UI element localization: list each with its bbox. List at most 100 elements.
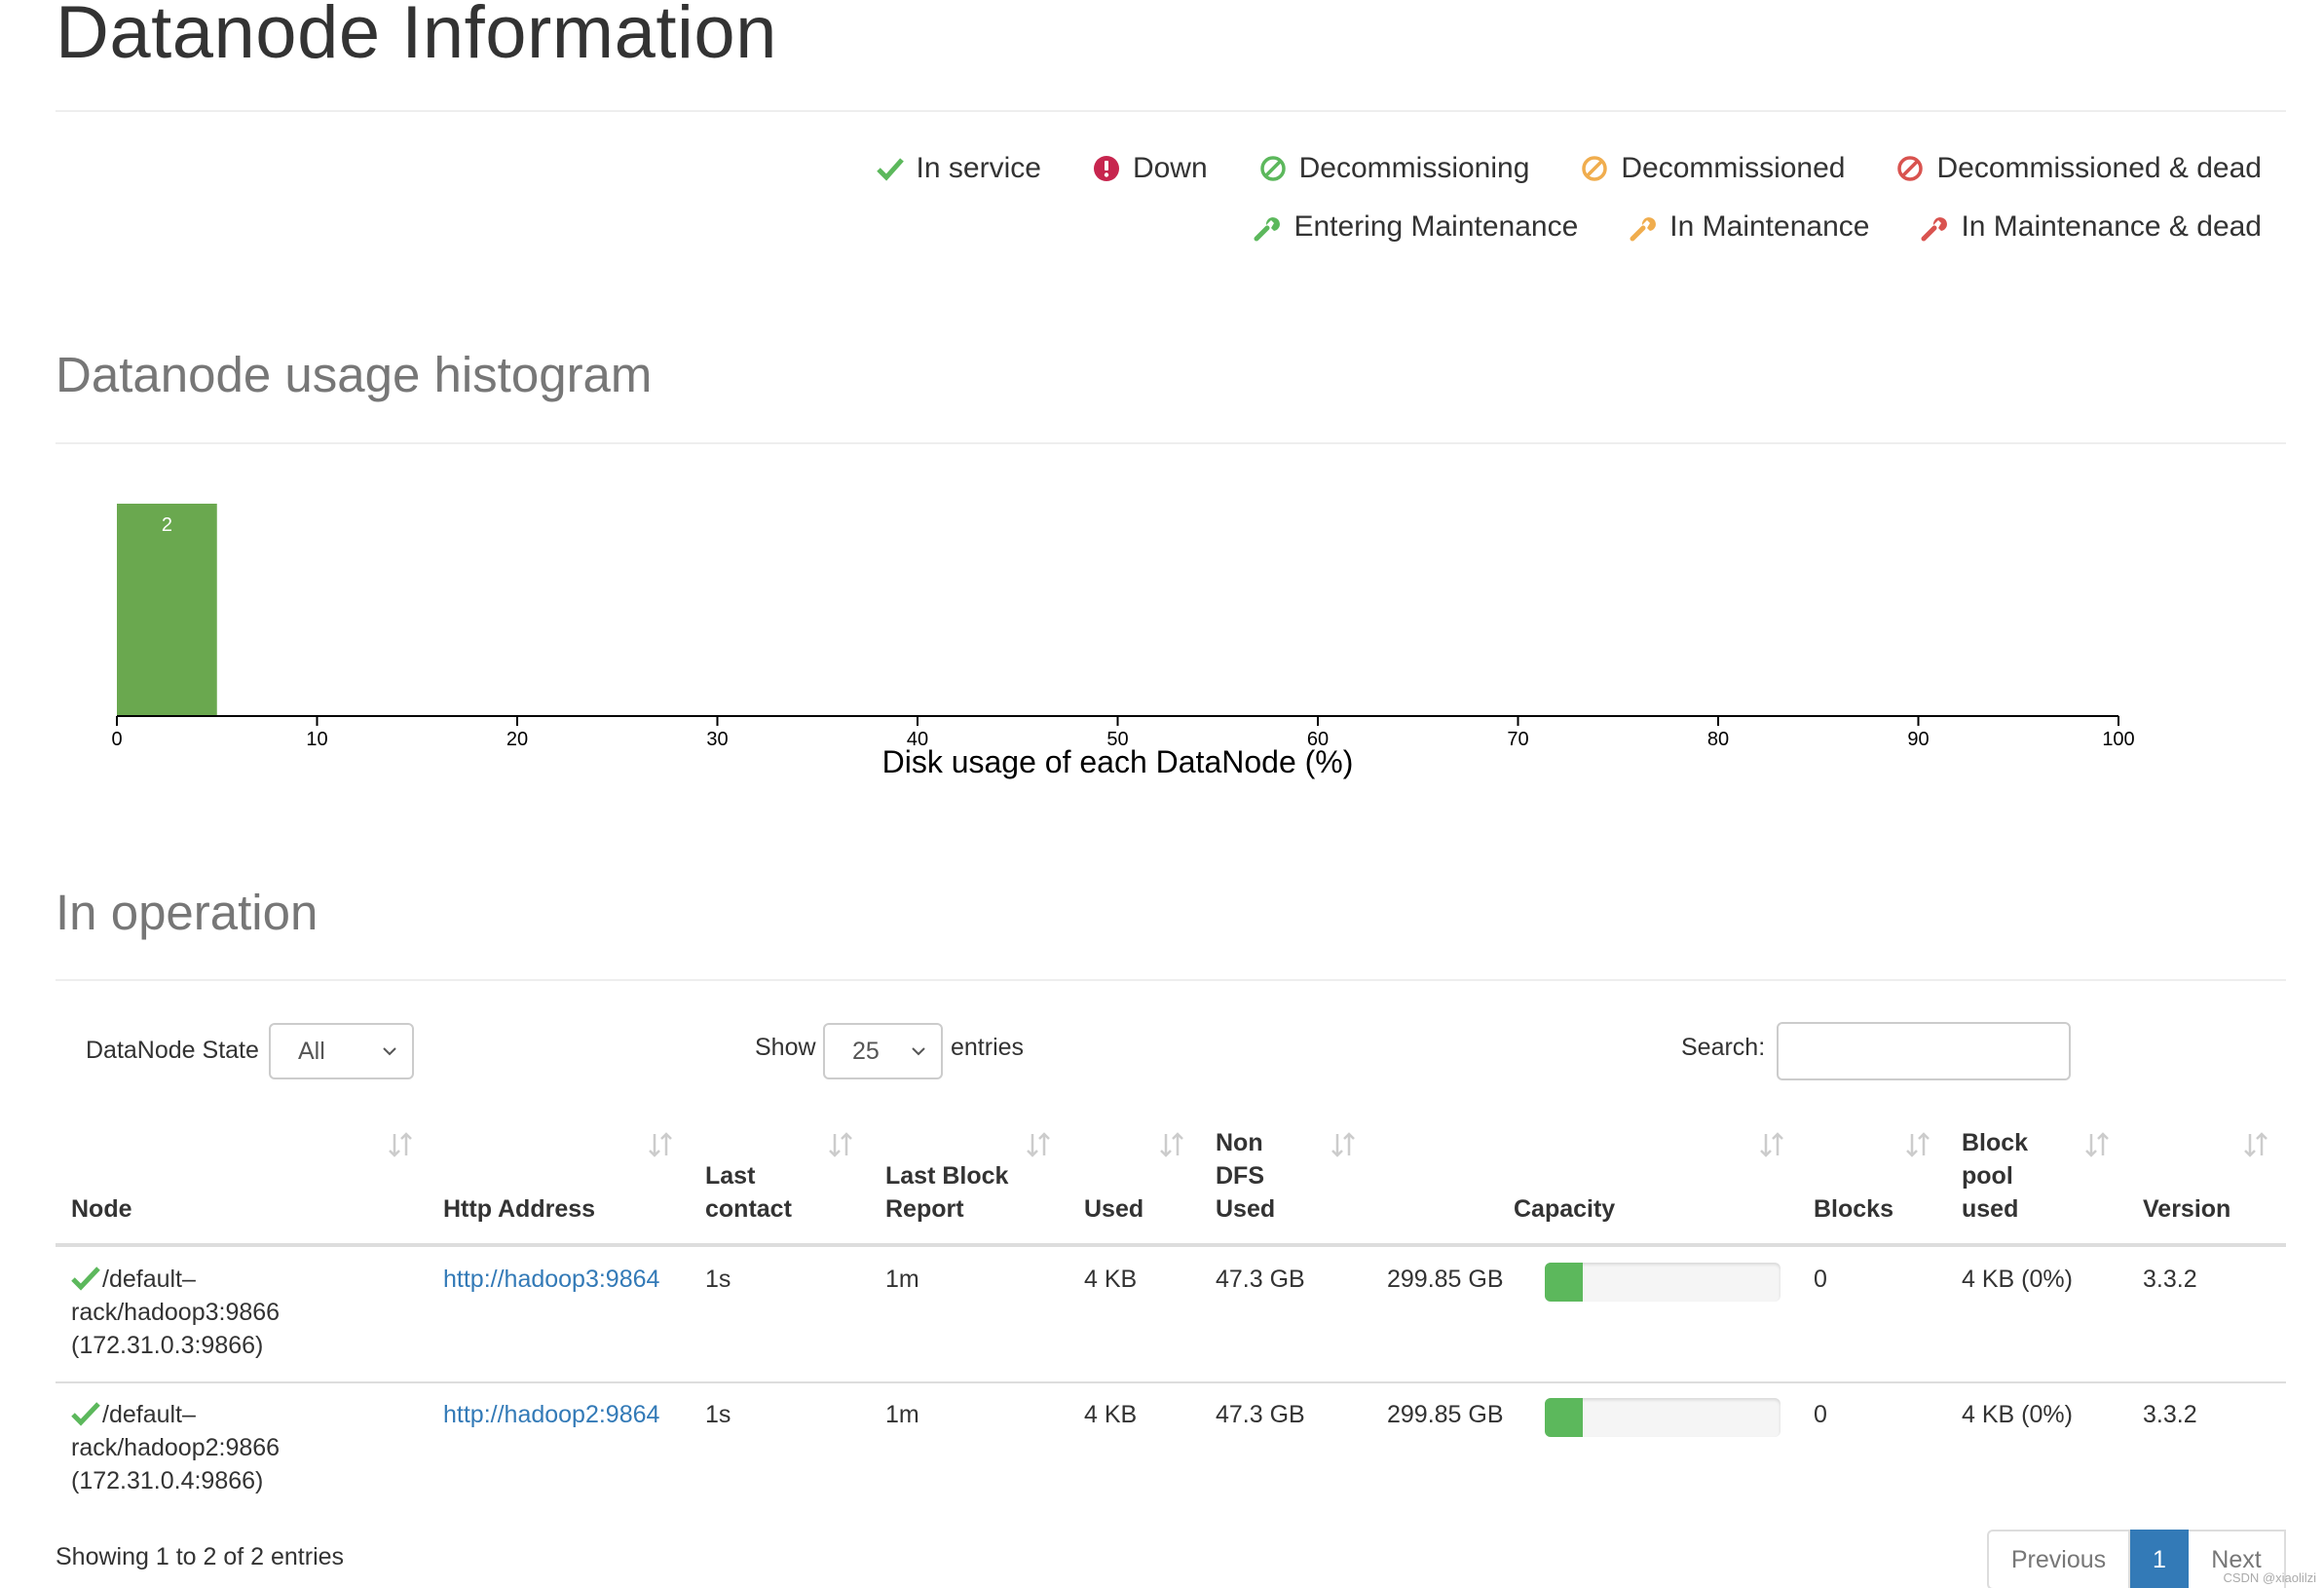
sort-icon[interactable] [388,1130,413,1159]
sort-icon[interactable] [2243,1130,2268,1159]
x-tick-label: 0 [111,729,122,750]
http-address-cell: http://hadoop3:9864 [443,1263,659,1296]
histogram-bar-label: 2 [162,514,172,536]
sort-icon[interactable] [2084,1130,2110,1159]
chevron-down-icon [912,1047,925,1056]
legend-label: Decommissioning [1298,152,1530,184]
x-tick-label: 10 [306,729,327,750]
column-capacity[interactable]: Capacity [1514,1192,1615,1226]
page-1-button[interactable]: 1 [2130,1530,2189,1588]
legend-label: In service [916,152,1041,184]
node-cell: /default– rack/hadoop2:9866 (172.31.0.4:98… [71,1401,281,1494]
x-tick-label: 80 [1707,729,1729,750]
http-address-link[interactable]: http://hadoop2:9864 [443,1401,659,1428]
sort-icon[interactable] [648,1130,673,1159]
last-block-report-cell: 1m [885,1266,919,1293]
ban-icon [1258,154,1288,183]
check-icon [71,1402,100,1426]
operation-divider [56,979,2286,981]
watermark: CSDN @xiaolilzi [2223,1570,2316,1585]
entries-label: entries [951,1034,1025,1061]
x-tick-label: 20 [506,729,528,750]
legend-label: In Maintenance [1669,210,1870,243]
non-dfs-used-cell: 47.3 GB [1216,1266,1305,1293]
x-tick-label: 100 [2102,729,2134,750]
legend-label: Down [1132,152,1208,184]
entries-per-page-value: 25 [852,1037,880,1065]
capacity-progress-bar [1545,1263,1780,1302]
wrench-icon [1253,212,1282,242]
node-cell: /default– rack/hadoop3:9866 (172.31.0.3:98… [71,1266,281,1359]
row-divider [56,1381,2286,1383]
table-info: Showing 1 to 2 of 2 entries [56,1543,345,1570]
last-block-report-cell: 1m [885,1401,919,1428]
used-cell: 4 KB [1084,1266,1138,1293]
legend-row-2: Entering Maintenance In Maintenance In M… [1202,210,2262,244]
search-label: Search: [1681,1034,1766,1061]
sort-icon[interactable] [1159,1130,1184,1159]
capacity-progress-fill [1545,1398,1583,1437]
legend-in-maintenance-dead: In Maintenance & dead [1920,210,2262,244]
x-axis-label: Disk usage of each DataNode (%) [882,744,1354,779]
datanode-state-value: All [298,1037,325,1065]
datanode-state-label: DataNode State [86,1037,259,1064]
block-pool-used-cell: 4 KB (0%) [1962,1266,2073,1293]
capacity-cell: 299.85 GB [1387,1266,1504,1293]
http-address-link[interactable]: http://hadoop3:9864 [443,1266,659,1293]
in-operation-heading: In operation [56,885,319,940]
column-block-pool-used[interactable]: Block pool used [1962,1126,2028,1226]
column-version[interactable]: Version [2143,1192,2230,1226]
check-icon [71,1267,100,1291]
chevron-down-icon [383,1047,396,1056]
column-used[interactable]: Used [1084,1192,1143,1226]
legend-decommissioned-dead: Decommissioned & dead [1895,152,2262,185]
histogram-heading: Datanode usage histogram [56,347,653,402]
capacity-progress-fill [1545,1263,1583,1302]
version-cell: 3.3.2 [2143,1266,2197,1293]
previous-page-button[interactable]: Previous [1987,1530,2130,1588]
sort-icon[interactable] [1331,1130,1356,1159]
wrench-icon [1629,212,1658,242]
last-contact-cell: 1s [705,1401,731,1428]
exclamation-circle-icon [1092,154,1121,183]
legend-label: Decommissioned & dead [1936,152,2262,184]
show-label: Show [755,1034,816,1061]
x-tick-label: 30 [706,729,728,750]
search-input[interactable] [1777,1022,2071,1080]
datanode-state-select[interactable]: All [269,1023,414,1079]
legend-entering-maintenance: Entering Maintenance [1253,210,1578,244]
sort-icon[interactable] [1759,1130,1784,1159]
version-cell: 3.3.2 [2143,1401,2197,1428]
legend-row-1: In service Down Decommissioning Decommis… [825,152,2262,185]
used-cell: 4 KB [1084,1401,1138,1428]
legend-in-maintenance: In Maintenance [1629,210,1869,244]
sort-icon[interactable] [828,1130,853,1159]
non-dfs-used-cell: 47.3 GB [1216,1401,1305,1428]
ban-icon [1895,154,1925,183]
blocks-cell: 0 [1814,1401,1827,1428]
page-title: Datanode Information [56,0,777,74]
blocks-cell: 0 [1814,1266,1827,1293]
column-blocks[interactable]: Blocks [1814,1192,1893,1226]
last-contact-cell: 1s [705,1266,731,1293]
capacity-progress-bar [1545,1398,1780,1437]
x-tick-label: 70 [1507,729,1528,750]
legend-in-service: In service [876,152,1041,185]
sort-icon[interactable] [1026,1130,1051,1159]
entries-per-page-select[interactable]: 25 [823,1023,943,1079]
sort-icon[interactable] [1905,1130,1930,1159]
column-last-contact[interactable]: Last contact [705,1159,792,1226]
column-http-address[interactable]: Http Address [443,1192,595,1226]
histogram-divider [56,442,2286,444]
legend-label: Entering Maintenance [1293,210,1579,243]
check-icon [876,154,905,183]
ban-icon [1580,154,1609,183]
column-last-block-report[interactable]: Last Block Report [885,1159,1008,1226]
http-address-cell: http://hadoop2:9864 [443,1398,659,1431]
legend-label: Decommissioned [1621,152,1846,184]
block-pool-used-cell: 4 KB (0%) [1962,1401,2073,1428]
column-non-dfs-used[interactable]: Non DFS Used [1216,1126,1275,1226]
column-node[interactable]: Node [71,1192,132,1226]
legend-down: Down [1092,152,1208,185]
capacity-cell: 299.85 GB [1387,1401,1504,1428]
